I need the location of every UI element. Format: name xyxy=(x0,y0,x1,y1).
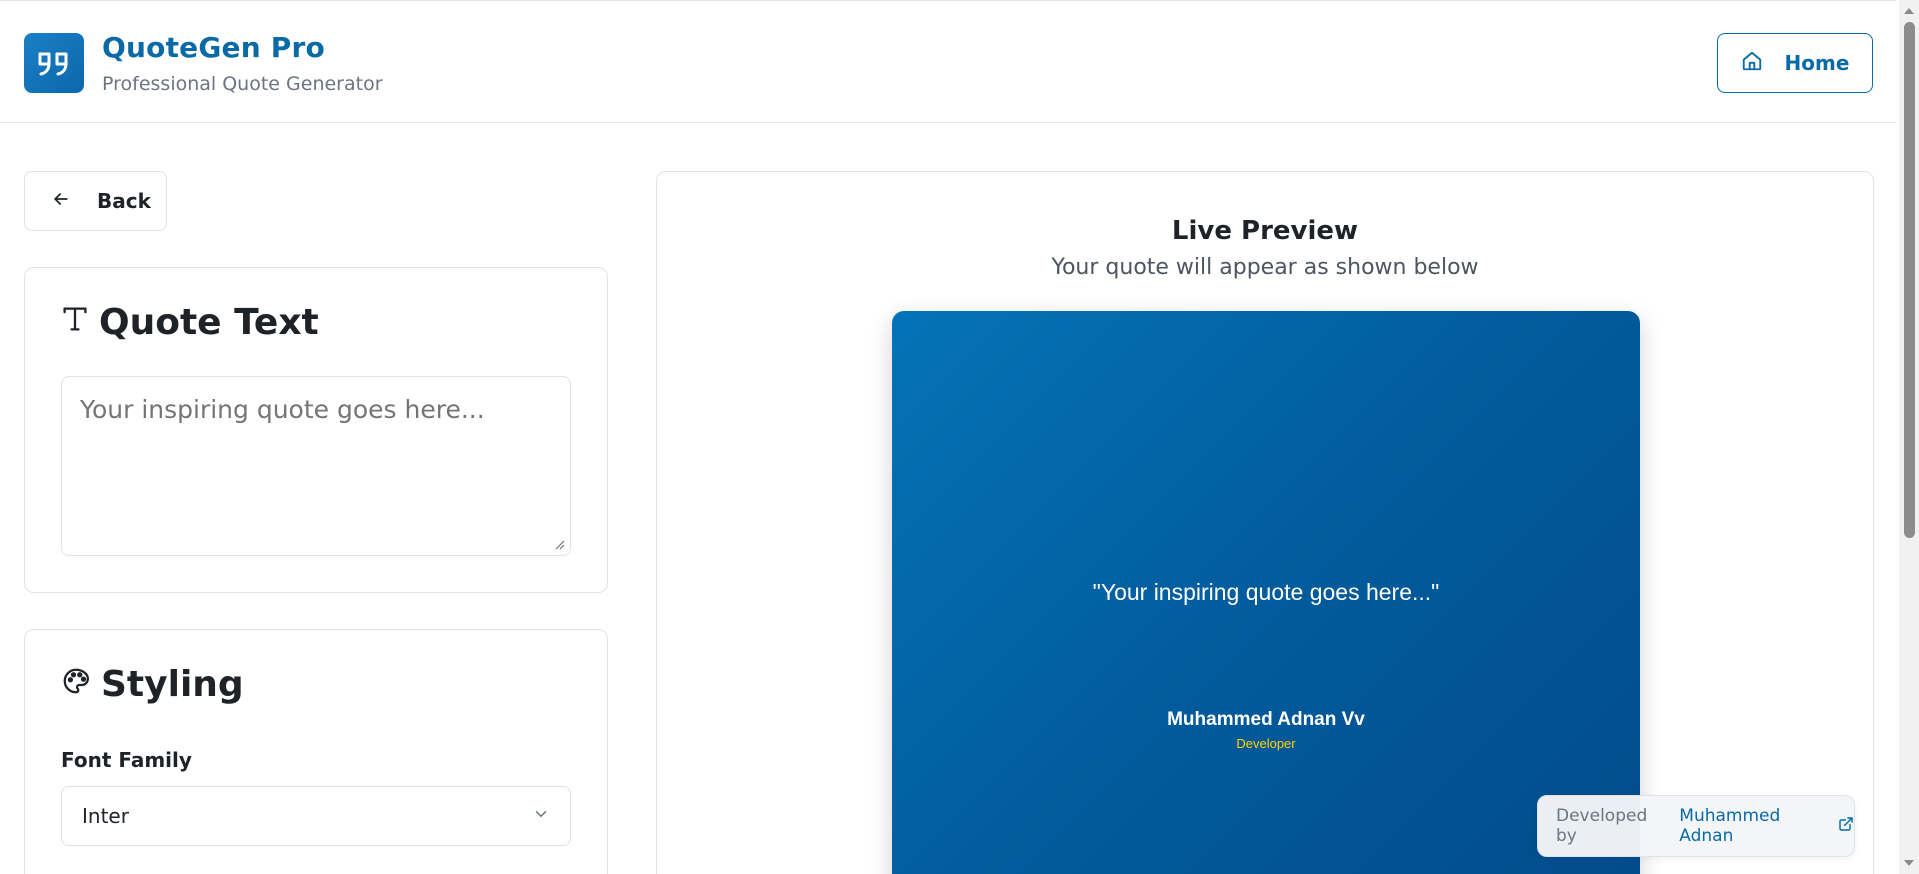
quote-text-heading-label: Quote Text xyxy=(99,302,319,343)
chevron-down-icon xyxy=(532,804,550,828)
styling-heading: Styling xyxy=(61,664,244,705)
quote-text-heading: Quote Text xyxy=(61,302,319,343)
back-button-label: Back xyxy=(97,189,151,213)
canvas-author-role: Developer xyxy=(1236,736,1296,751)
developer-link[interactable]: Muhammed Adnan xyxy=(1679,806,1854,846)
font-family-select[interactable]: Inter xyxy=(61,786,571,846)
quote-marks-icon xyxy=(24,33,84,93)
canvas-author-name: Muhammed Adnan Vv xyxy=(1167,709,1365,730)
styling-heading-label: Styling xyxy=(101,664,244,705)
developer-link-text: Muhammed Adnan xyxy=(1679,806,1781,846)
font-family-label: Font Family xyxy=(61,748,192,772)
arrow-left-icon xyxy=(51,189,71,214)
app-title: QuoteGen Pro xyxy=(102,31,325,64)
developer-badge: Developed by Muhammed Adnan xyxy=(1537,795,1855,857)
font-family-value: Inter xyxy=(82,804,129,828)
quote-canvas: "Your inspiring quote goes here..." Muha… xyxy=(892,311,1640,874)
preview-title: Live Preview xyxy=(1171,216,1359,246)
developed-by-label: Developed by xyxy=(1556,806,1648,846)
styling-card: Styling Font Family Inter xyxy=(24,629,608,874)
canvas-quote-text: "Your inspiring quote goes here..." xyxy=(1092,579,1440,605)
text-type-icon xyxy=(61,302,89,343)
scroll-thumb[interactable] xyxy=(1904,22,1915,538)
app-subtitle: Professional Quote Generator xyxy=(102,73,383,95)
app-header: QuoteGen Pro Professional Quote Generato… xyxy=(0,0,1896,123)
back-button[interactable]: Back xyxy=(24,171,167,231)
live-preview-card: Live Preview Your quote will appear as s… xyxy=(656,171,1874,874)
home-icon xyxy=(1741,50,1763,77)
scroll-down-arrow-icon[interactable] xyxy=(1904,860,1914,866)
quote-text-input[interactable] xyxy=(61,376,571,556)
external-link-icon xyxy=(1838,816,1854,837)
home-button[interactable]: Home xyxy=(1717,33,1873,93)
palette-icon xyxy=(61,664,91,705)
quote-text-card: Quote Text xyxy=(24,267,608,593)
scroll-up-arrow-icon[interactable] xyxy=(1904,8,1914,14)
page-scrollbar[interactable] xyxy=(1899,0,1919,874)
preview-subtitle: Your quote will appear as shown below xyxy=(1051,255,1479,280)
home-button-label: Home xyxy=(1784,51,1850,75)
